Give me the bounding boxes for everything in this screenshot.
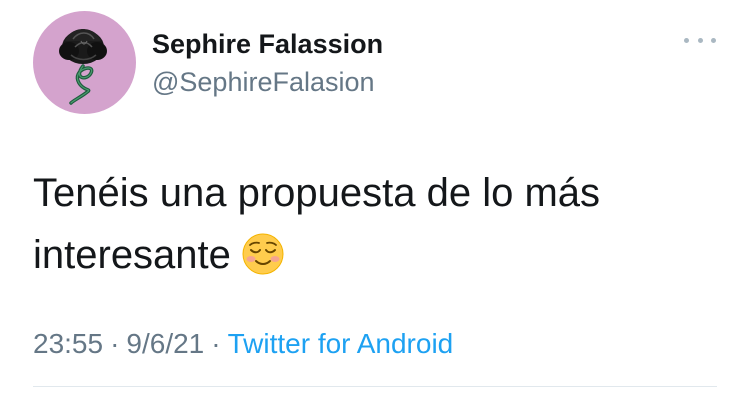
tweet-text: Tenéis una propuesta de lo más interesan… <box>33 162 693 286</box>
tweet-text-word: interesante <box>33 233 231 277</box>
user-handle[interactable]: @SephireFalasion <box>152 67 375 98</box>
meta-separator: · <box>110 328 120 359</box>
more-options-icon[interactable] <box>684 30 716 50</box>
smiling-face-icon <box>241 232 285 276</box>
meta-separator: · <box>211 328 221 359</box>
tweet-meta: 23:55 · 9/6/21 · Twitter for Android <box>33 328 453 360</box>
more-dot <box>684 37 689 43</box>
more-dot <box>697 37 703 43</box>
avatar[interactable] <box>33 11 136 114</box>
tweet-card: Sephire Falassion @SephireFalasion Tenéi… <box>0 0 750 401</box>
display-name[interactable]: Sephire Falassion <box>152 29 383 60</box>
tweet-text-line-2: interesante <box>33 224 693 286</box>
tweet-date[interactable]: 9/6/21 <box>126 328 204 359</box>
divider <box>33 386 717 387</box>
tweet-source-link[interactable]: Twitter for Android <box>228 328 454 359</box>
tweet-text-line: Tenéis una propuesta de lo más <box>33 171 601 215</box>
more-dot <box>711 37 716 43</box>
black-rose-icon <box>59 29 107 105</box>
tweet-time[interactable]: 23:55 <box>33 328 103 359</box>
